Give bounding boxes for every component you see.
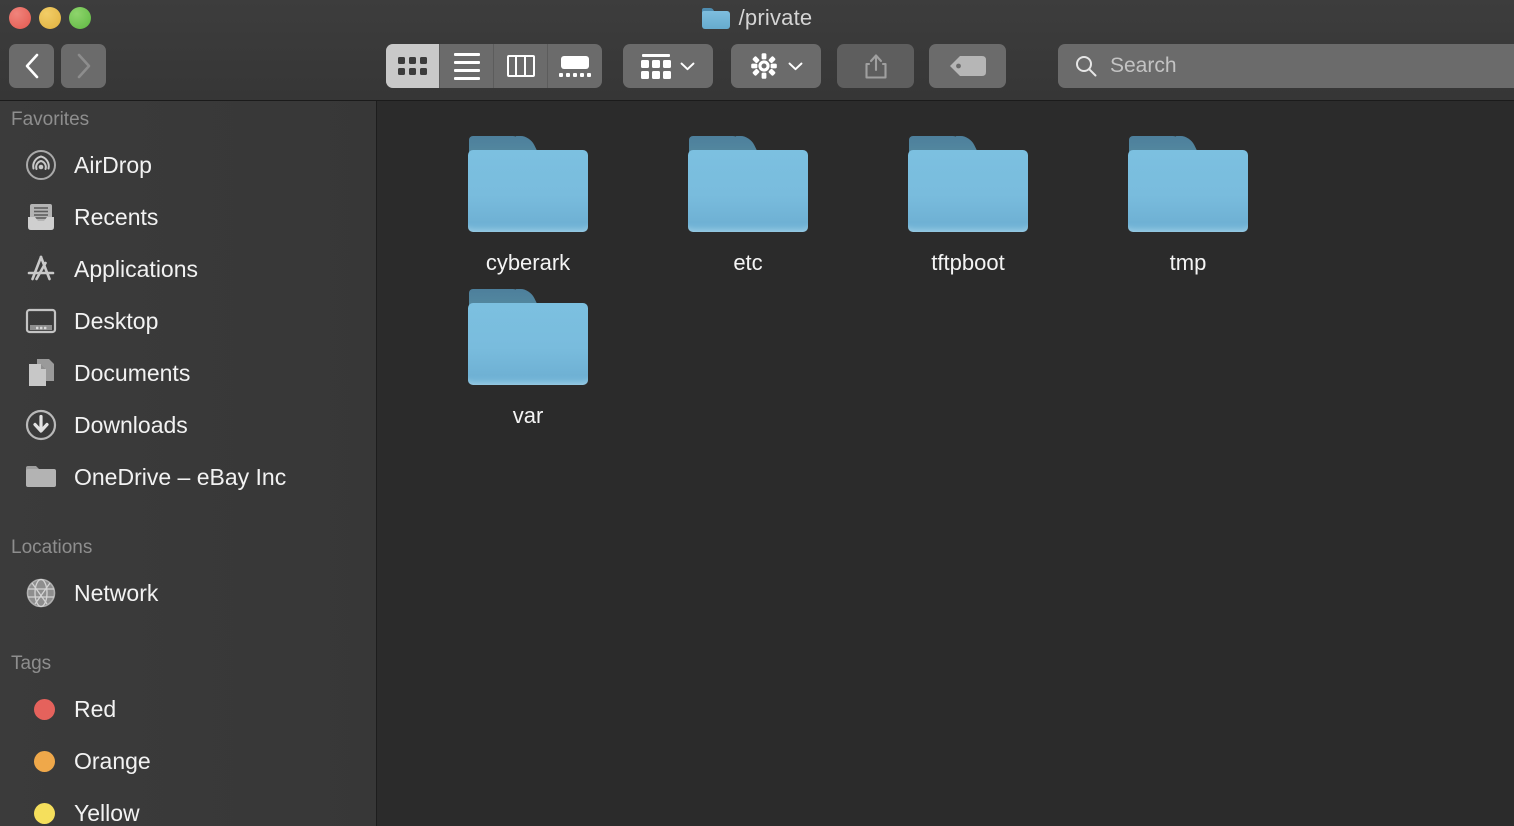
sidebar-item-label: AirDrop <box>74 151 152 178</box>
action-menu-button[interactable] <box>731 44 821 88</box>
group-items-button[interactable] <box>623 44 713 88</box>
chevron-down-icon <box>680 62 695 70</box>
documents-icon <box>24 356 58 390</box>
view-mode-column-button[interactable] <box>494 44 548 88</box>
folder-icon <box>1128 136 1248 232</box>
file-item[interactable]: tftpboot <box>858 123 1078 276</box>
file-item[interactable]: cyberark <box>418 123 638 276</box>
folder-icon <box>468 289 588 385</box>
downloads-icon <box>24 408 58 442</box>
sidebar-item-label: Yellow <box>74 799 140 826</box>
file-item[interactable]: var <box>418 276 638 429</box>
sidebar-item-applications[interactable]: Applications <box>0 243 376 295</box>
desktop-icon <box>24 304 58 338</box>
recents-icon <box>24 200 58 234</box>
sidebar-header-locations: Locations <box>11 537 93 558</box>
file-browser-content[interactable]: cyberark etc tftpboot tmp var <box>378 101 1514 826</box>
share-icon <box>864 54 887 79</box>
search-icon <box>1076 56 1097 77</box>
window-title: /private <box>0 0 1514 36</box>
file-item[interactable]: tmp <box>1078 123 1298 276</box>
applications-icon <box>24 252 58 286</box>
sidebar-item-tag-yellow[interactable]: Yellow <box>0 787 376 826</box>
sidebar-item-label: Red <box>74 695 117 722</box>
folder-icon <box>24 460 58 494</box>
sidebar-header-tags: Tags <box>11 653 52 674</box>
grid-icon <box>398 57 427 75</box>
file-label: etc <box>733 250 763 275</box>
sidebar-item-tag-red[interactable]: Red <box>0 683 376 735</box>
chevron-down-icon <box>788 62 803 70</box>
sidebar-item-label: Applications <box>74 255 199 282</box>
file-label: cyberark <box>485 250 571 275</box>
list-icon <box>453 52 480 80</box>
view-mode-list-button[interactable] <box>440 44 494 88</box>
chevron-left-icon <box>25 53 38 79</box>
network-globe-icon <box>24 576 58 610</box>
sidebar-item-label: Documents <box>74 359 191 386</box>
folder-icon <box>688 136 808 232</box>
back-button[interactable] <box>9 44 54 88</box>
tag-icon <box>949 56 986 76</box>
tag-dot-icon <box>24 692 58 726</box>
airdrop-icon <box>24 148 58 182</box>
sidebar: Favorites AirDrop Recents Applications D… <box>0 101 377 826</box>
sidebar-item-documents[interactable]: Documents <box>0 347 376 399</box>
sidebar-item-label: Downloads <box>74 411 188 438</box>
tags-button[interactable] <box>929 44 1006 88</box>
file-label: tmp <box>1169 250 1207 275</box>
sidebar-item-label: Orange <box>74 747 151 774</box>
sidebar-item-recents[interactable]: Recents <box>0 191 376 243</box>
toolbar: /private Search <box>0 0 1514 101</box>
gallery-icon <box>559 55 591 77</box>
file-label: tftpboot <box>931 250 1005 275</box>
navigation-buttons <box>9 44 106 88</box>
view-mode-icon-button[interactable] <box>386 44 440 88</box>
search-field[interactable]: Search <box>1058 44 1514 88</box>
sidebar-item-airdrop[interactable]: AirDrop <box>0 139 376 191</box>
group-grid-icon <box>641 53 671 79</box>
tag-dot-icon <box>24 744 58 778</box>
search-placeholder: Search <box>1110 54 1177 77</box>
finder-window: /private Search Favorites AirDrop Recent… <box>0 0 1514 826</box>
share-button[interactable] <box>837 44 914 88</box>
folder-icon <box>701 7 730 29</box>
sidebar-item-label: Network <box>74 579 159 606</box>
view-mode-segmented-control <box>386 44 602 88</box>
file-item[interactable]: etc <box>638 123 858 276</box>
sidebar-item-downloads[interactable]: Downloads <box>0 399 376 451</box>
icon-grid: cyberark etc tftpboot tmp var <box>378 123 1514 429</box>
page-title: /private <box>738 5 813 30</box>
file-label: var <box>512 403 544 428</box>
sidebar-item-desktop[interactable]: Desktop <box>0 295 376 347</box>
sidebar-item-label: Recents <box>74 203 159 230</box>
sidebar-item-network[interactable]: Network <box>0 567 376 619</box>
tag-dot-icon <box>24 796 58 826</box>
forward-button[interactable] <box>61 44 106 88</box>
sidebar-header-favorites: Favorites <box>11 109 90 130</box>
chevron-right-icon <box>77 53 90 79</box>
folder-icon <box>908 136 1028 232</box>
folder-icon <box>468 136 588 232</box>
sidebar-item-tag-orange[interactable]: Orange <box>0 735 376 787</box>
sidebar-item-label: OneDrive – eBay Inc <box>74 463 287 490</box>
sidebar-item-label: Desktop <box>74 307 159 334</box>
gear-icon <box>751 53 777 79</box>
columns-icon <box>506 55 535 77</box>
sidebar-item-onedrive[interactable]: OneDrive – eBay Inc <box>0 451 376 503</box>
view-mode-gallery-button[interactable] <box>548 44 602 88</box>
